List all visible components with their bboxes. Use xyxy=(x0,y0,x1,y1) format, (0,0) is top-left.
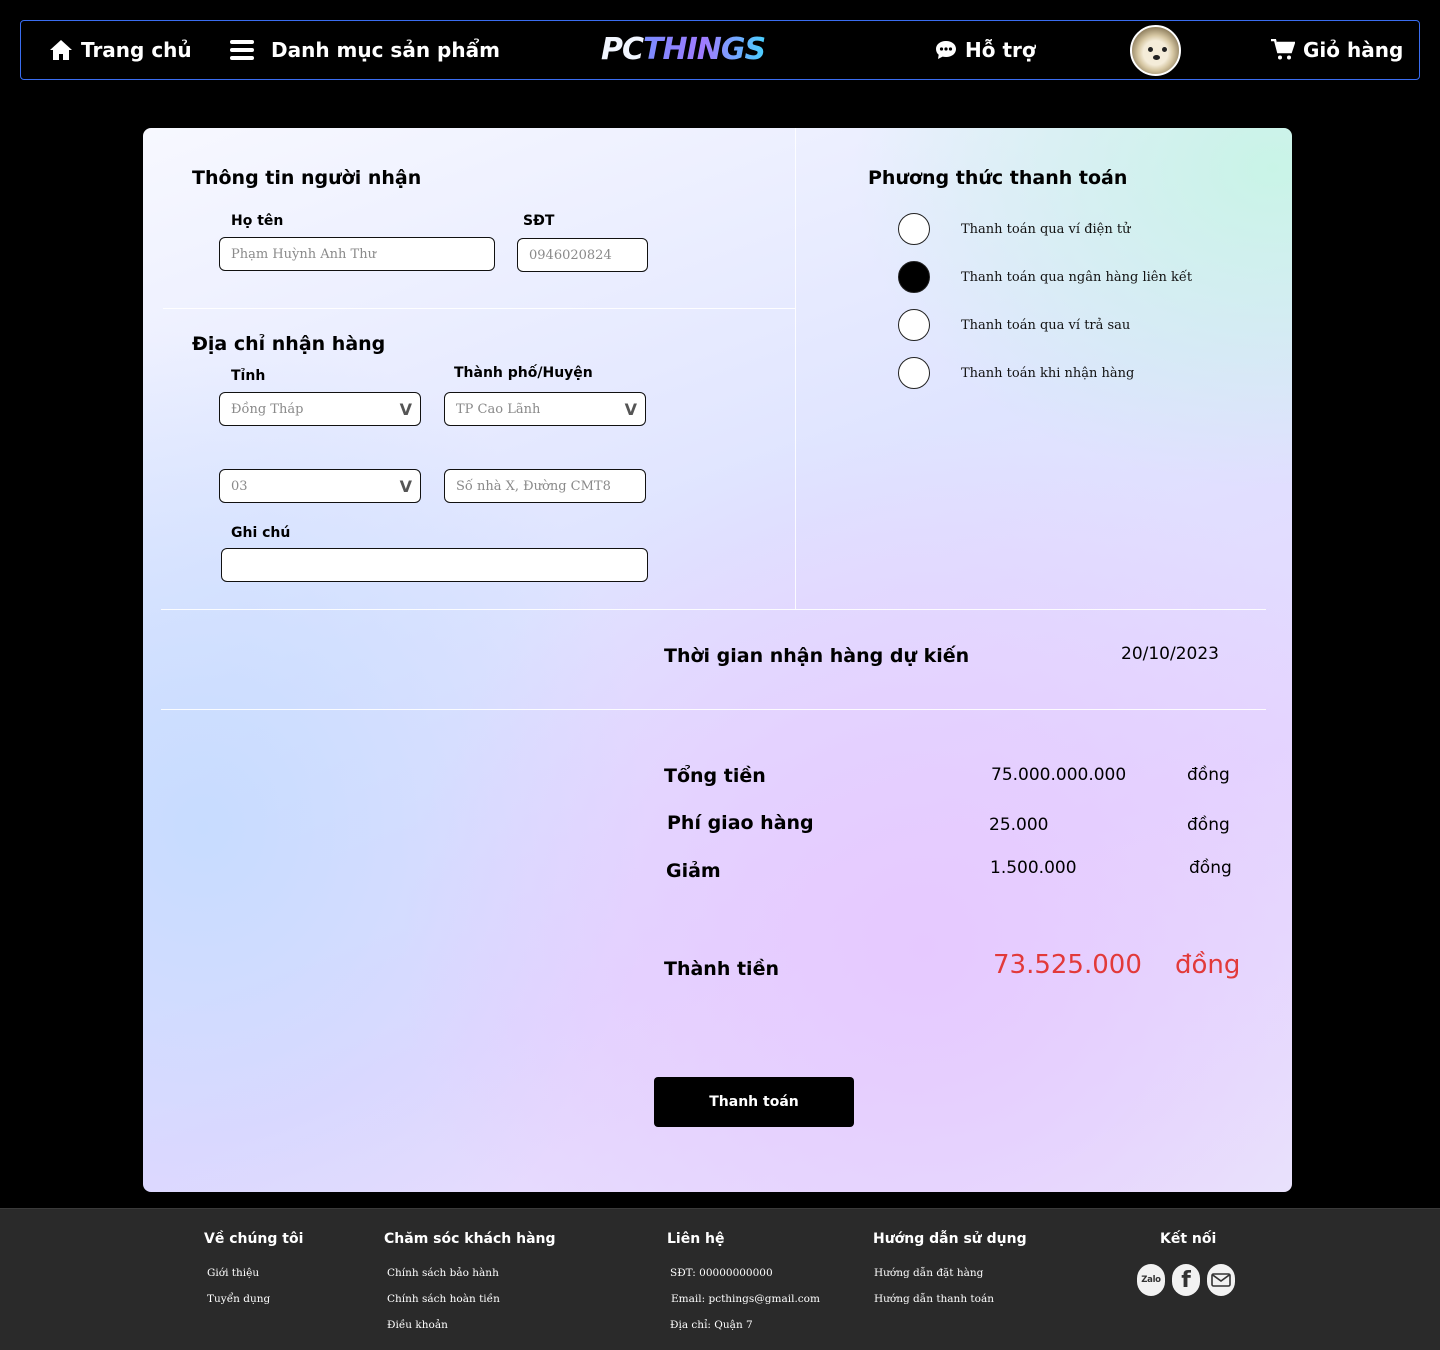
top-navbar: Trang chủ Danh mục sản phẩm PC THINGS Hỗ … xyxy=(20,20,1420,80)
shipping-fee-label: Phí giao hàng xyxy=(667,812,814,834)
phone-input[interactable]: 0946020824 xyxy=(517,238,648,272)
section-divider xyxy=(161,709,1266,710)
delivery-time-label: Thời gian nhận hàng dự kiến xyxy=(664,645,970,667)
address-section-title: Địa chỉ nhận hàng xyxy=(192,333,386,355)
province-select-value: Đồng Tháp xyxy=(231,401,304,417)
facebook-icon[interactable]: f xyxy=(1172,1264,1200,1296)
shipping-fee-value: 25.000 xyxy=(989,815,1049,835)
footer-guide-title: Hướng dẫn sử dụng xyxy=(873,1231,1027,1247)
payment-option-label: Thanh toán khi nhận hàng xyxy=(961,365,1135,381)
chat-support-icon xyxy=(935,40,957,60)
discount-unit: đồng xyxy=(1189,858,1232,878)
nav-categories-menu[interactable]: Danh mục sản phẩm xyxy=(229,21,500,78)
footer-connect-title: Kết nối xyxy=(1160,1231,1217,1247)
footer-link-warranty[interactable]: Chính sách bảo hành xyxy=(387,1267,499,1279)
city-select-value: TP Cao Lãnh xyxy=(456,401,541,417)
total-unit: đồng xyxy=(1175,950,1241,980)
radio-button[interactable] xyxy=(898,213,930,245)
nav-support-link[interactable]: Hỗ trợ xyxy=(935,21,1036,78)
subtotal-unit: đồng xyxy=(1187,765,1230,785)
nav-categories-label: Danh mục sản phẩm xyxy=(271,37,500,62)
street-input[interactable]: Số nhà X, Đường CMT8 xyxy=(444,469,646,503)
chevron-down-icon: V xyxy=(399,399,412,419)
payment-option-ewallet[interactable]: Thanh toán qua ví điện tử xyxy=(898,213,1130,245)
column-divider xyxy=(795,128,796,609)
footer-link-order-guide[interactable]: Hướng dẫn đặt hàng xyxy=(874,1267,983,1279)
discount-value: 1.500.000 xyxy=(990,858,1077,878)
section-divider xyxy=(161,609,1266,610)
ward-select[interactable]: 03 V xyxy=(219,469,421,503)
city-select[interactable]: TP Cao Lãnh V xyxy=(444,392,646,426)
payment-option-label: Thanh toán qua ngân hàng liên kết xyxy=(961,269,1193,285)
discount-label: Giảm xyxy=(666,860,721,882)
delivery-date: 20/10/2023 xyxy=(1121,644,1219,664)
footer-contact-email[interactable]: Email: pcthings@gmail.com xyxy=(671,1293,820,1305)
pcthings-logo[interactable]: PC THINGS xyxy=(601,29,766,69)
radio-button[interactable] xyxy=(898,309,930,341)
footer-contact-phone: SĐT: 00000000000 xyxy=(670,1267,773,1279)
nav-home-label: Trang chủ xyxy=(81,37,192,62)
nav-support-label: Hỗ trợ xyxy=(965,37,1036,62)
footer-link-payment-guide[interactable]: Hướng dẫn thanh toán xyxy=(874,1293,994,1305)
radio-button[interactable] xyxy=(898,357,930,389)
chevron-down-icon: V xyxy=(624,399,637,419)
payment-option-cod[interactable]: Thanh toán khi nhận hàng xyxy=(898,357,1134,389)
payment-section-title: Phương thức thanh toán xyxy=(868,167,1128,189)
logo-things-text: THINGS xyxy=(643,31,766,67)
subtotal-value: 75.000.000.000 xyxy=(991,765,1127,785)
section-divider xyxy=(163,308,795,309)
avatar-eye xyxy=(1162,47,1167,52)
payment-option-paylater[interactable]: Thanh toán qua ví trả sau xyxy=(898,309,1130,341)
nav-cart-link[interactable]: Giỏ hàng xyxy=(1271,21,1403,78)
total-label: Thành tiền xyxy=(664,958,779,980)
footer-care-title: Chăm sóc khách hàng xyxy=(384,1231,556,1247)
chevron-down-icon: V xyxy=(399,476,412,496)
province-select[interactable]: Đồng Tháp V xyxy=(219,392,421,426)
footer-contact-title: Liên hệ xyxy=(667,1231,725,1247)
footer-contact-address: Địa chỉ: Quận 7 xyxy=(670,1319,753,1331)
payment-option-label: Thanh toán qua ví điện tử xyxy=(961,221,1131,237)
shipping-fee-unit: đồng xyxy=(1187,815,1230,835)
subtotal-label: Tổng tiền xyxy=(664,765,766,787)
payment-option-label: Thanh toán qua ví trả sau xyxy=(961,317,1131,333)
city-label: Thành phố/Huyện xyxy=(454,365,593,381)
pay-button[interactable]: Thanh toán xyxy=(654,1077,854,1127)
province-label: Tỉnh xyxy=(231,368,266,384)
note-label: Ghi chú xyxy=(231,525,291,541)
hamburger-menu-icon xyxy=(229,38,255,62)
footer-link-refund[interactable]: Chính sách hoàn tiền xyxy=(387,1293,500,1305)
avatar-nose xyxy=(1153,55,1160,60)
nav-cart-label: Giỏ hàng xyxy=(1303,37,1404,62)
user-avatar[interactable] xyxy=(1130,25,1181,76)
zalo-icon[interactable]: Zalo xyxy=(1137,1264,1165,1296)
note-input[interactable] xyxy=(221,548,648,582)
email-icon[interactable] xyxy=(1207,1264,1235,1296)
avatar-eye xyxy=(1148,47,1153,52)
logo-pc-text: PC xyxy=(601,31,644,67)
footer-link-intro[interactable]: Giới thiệu xyxy=(207,1267,259,1279)
cart-icon xyxy=(1271,38,1295,61)
home-icon xyxy=(49,38,73,62)
footer-link-recruitment[interactable]: Tuyển dụng xyxy=(207,1293,270,1305)
payment-option-bank[interactable]: Thanh toán qua ngân hàng liên kết xyxy=(898,261,1192,293)
footer-about-title: Về chúng tôi xyxy=(204,1231,304,1247)
phone-label: SĐT xyxy=(523,213,555,229)
checkout-card: Thông tin người nhận Họ tên Phạm Huỳnh A… xyxy=(143,128,1292,1192)
nav-home-link[interactable]: Trang chủ xyxy=(49,21,192,78)
total-value: 73.525.000 xyxy=(993,950,1142,980)
footer-link-terms[interactable]: Điều khoản xyxy=(387,1319,448,1331)
recipient-section-title: Thông tin người nhận xyxy=(192,167,422,189)
name-input[interactable]: Phạm Huỳnh Anh Thư xyxy=(219,237,495,271)
ward-select-value: 03 xyxy=(231,478,248,494)
radio-button-selected[interactable] xyxy=(898,261,930,293)
name-label: Họ tên xyxy=(231,213,284,229)
